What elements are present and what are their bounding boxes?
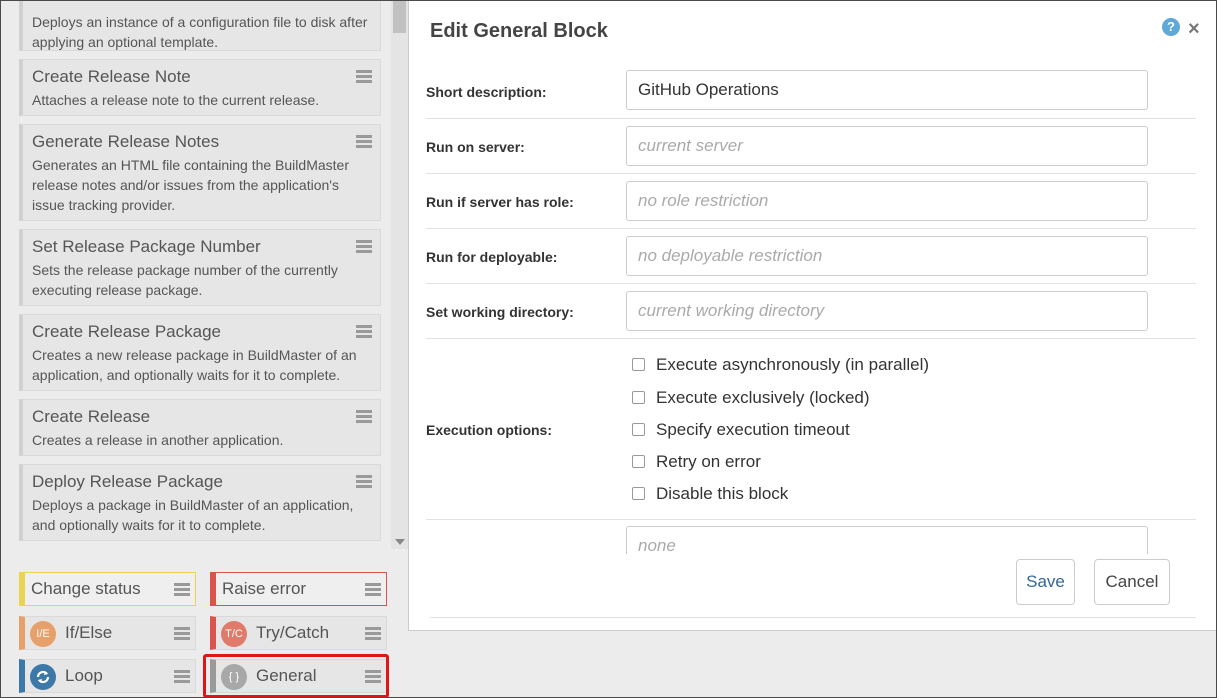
scrollbar-thumb[interactable] [393, 1, 406, 33]
operation-generate-release-notes[interactable]: Generate Release Notes Generates an HTML… [19, 124, 381, 221]
checkbox[interactable] [632, 423, 645, 436]
operation-title: Create Release [32, 407, 151, 426]
drag-handle-icon[interactable] [356, 70, 372, 83]
execution-options-row: Execution options: Execute asynchronousl… [426, 339, 1196, 520]
scroll-down-arrow-icon[interactable] [395, 539, 405, 545]
drag-handle-icon[interactable] [174, 627, 190, 640]
run-if-role-input[interactable] [626, 181, 1148, 221]
drag-handle-icon[interactable] [365, 627, 381, 640]
selected-block-highlight [203, 654, 389, 697]
working-directory-input[interactable] [626, 291, 1148, 331]
operation-desc: Sets the release package number of the c… [32, 262, 338, 298]
operation-desc: Creates a release in another application… [32, 432, 284, 448]
edit-general-block-dialog: Edit General Block ? × Short description… [408, 1, 1216, 631]
operation-create-release[interactable]: Create Release Creates a release in anot… [19, 399, 381, 456]
operation-deploy-config-file[interactable]: Deploys an instance of a configuration f… [19, 1, 381, 51]
block-raise-error[interactable]: Raise error [210, 572, 387, 606]
loop-icon [30, 664, 56, 690]
checkbox-label: Execute asynchronously (in parallel) [656, 355, 930, 374]
block-label: Raise error [222, 579, 307, 598]
footer-divider [430, 617, 1196, 618]
drag-handle-icon[interactable] [365, 583, 381, 596]
run-for-deployable-row: Run for deployable: [426, 229, 1196, 284]
cancel-button[interactable]: Cancel [1094, 559, 1170, 605]
block-label: Change status [31, 579, 141, 598]
run-if-role-row: Run if server has role: [426, 174, 1196, 229]
operation-create-release-note[interactable]: Create Release Note Attaches a release n… [19, 59, 381, 116]
save-button[interactable]: Save [1016, 559, 1075, 605]
operation-title: Set Release Package Number [32, 237, 261, 256]
operation-desc: Deploys a package in BuildMaster of an a… [32, 497, 354, 533]
run-if-role-label: Run if server has role: [426, 194, 574, 210]
operation-desc: Creates a new release package in BuildMa… [32, 347, 357, 383]
operation-create-release-package[interactable]: Create Release Package Creates a new rel… [19, 314, 381, 391]
operation-title: Generate Release Notes [32, 132, 220, 151]
try-catch-icon: T/C [221, 621, 247, 647]
operation-desc: Generates an HTML file containing the Bu… [32, 157, 349, 213]
short-description-row: Short description: [426, 64, 1196, 119]
run-for-deployable-input[interactable] [626, 236, 1148, 276]
operation-set-release-package-number[interactable]: Set Release Package Number Sets the rele… [19, 229, 381, 306]
operation-title: Deploy Release Package [32, 472, 223, 491]
palette-scrollbar[interactable] [391, 1, 408, 549]
block-change-status[interactable]: Change status [19, 572, 196, 606]
block-if-else[interactable]: I/E If/Else [19, 616, 196, 650]
if-else-icon: I/E [30, 621, 56, 647]
checkbox-label: Disable this block [656, 484, 789, 503]
operation-title: Create Release Note [32, 67, 191, 86]
extra-field-clip [426, 520, 1196, 554]
drag-handle-icon[interactable] [174, 670, 190, 683]
extra-input[interactable] [626, 526, 1148, 554]
drag-handle-icon[interactable] [356, 240, 372, 253]
checkbox[interactable] [632, 455, 645, 468]
block-try-catch[interactable]: T/C Try/Catch [210, 616, 387, 650]
block-label: Loop [65, 666, 103, 685]
working-directory-label: Set working directory: [426, 304, 574, 320]
block-label: Try/Catch [256, 623, 330, 642]
run-on-server-label: Run on server: [426, 139, 525, 155]
checkbox[interactable] [632, 391, 645, 404]
drag-handle-icon[interactable] [356, 410, 372, 423]
checkbox-label: Specify execution timeout [656, 420, 850, 439]
operation-desc: Deploys an instance of a configuration f… [32, 14, 368, 50]
short-description-input[interactable] [626, 70, 1148, 110]
run-for-deployable-label: Run for deployable: [426, 249, 558, 265]
operation-palette[interactable]: Deploys an instance of a configuration f… [11, 1, 391, 549]
short-description-label: Short description: [426, 84, 547, 100]
help-icon[interactable]: ? [1162, 18, 1180, 36]
block-label: If/Else [65, 623, 113, 642]
checkbox-label: Execute exclusively (locked) [656, 388, 870, 407]
execution-options-label: Execution options: [426, 422, 552, 438]
drag-handle-icon[interactable] [356, 325, 372, 338]
checkbox-label: Retry on error [656, 452, 761, 471]
close-icon[interactable]: × [1188, 19, 1200, 39]
checkbox[interactable] [632, 358, 645, 371]
checkbox[interactable] [632, 487, 645, 500]
drag-handle-icon[interactable] [174, 583, 190, 596]
run-on-server-input[interactable] [626, 126, 1148, 166]
drag-handle-icon[interactable] [356, 135, 372, 148]
working-directory-row: Set working directory: [426, 284, 1196, 339]
operation-title: Create Release Package [32, 322, 222, 341]
app-frame: Deploys an instance of a configuration f… [0, 0, 1217, 698]
drag-handle-icon[interactable] [356, 475, 372, 488]
dialog-title: Edit General Block [430, 20, 608, 42]
block-loop[interactable]: Loop [19, 659, 196, 693]
operation-desc: Attaches a release note to the current r… [32, 92, 320, 108]
run-on-server-row: Run on server: [426, 119, 1196, 174]
operation-deploy-release-package[interactable]: Deploy Release Package Deploys a package… [19, 464, 381, 541]
